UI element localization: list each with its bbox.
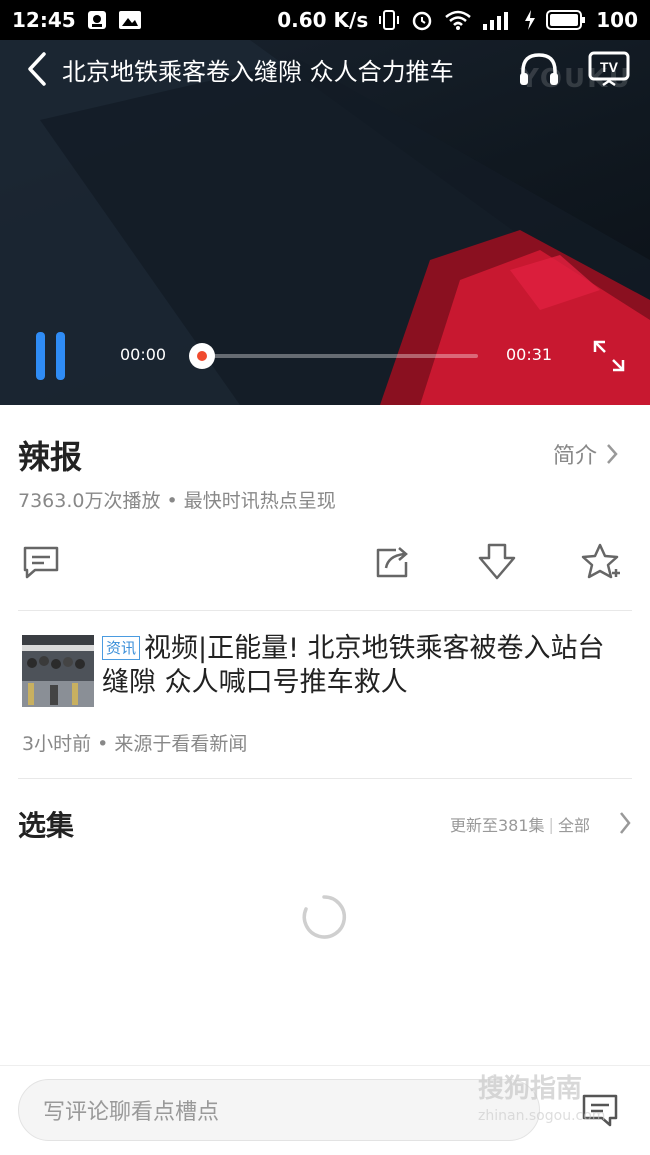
episodes-all-link[interactable]: 更新至381集 | 全部	[450, 812, 590, 836]
download-button[interactable]	[475, 540, 519, 584]
player-controls: 00:00 00:31	[0, 325, 650, 385]
news-title-block: 资讯 视频|正能量! 北京地铁乘客被卷入站台缝隙 众人喊口号推车救人	[102, 632, 622, 700]
share-button[interactable]	[370, 540, 414, 584]
pause-icon-bar-right	[55, 332, 65, 380]
signal-icon	[482, 9, 514, 31]
battery-level: 100	[596, 8, 638, 32]
comment-button[interactable]	[19, 540, 63, 584]
vibrate-icon	[378, 9, 400, 31]
chevron-right-icon	[620, 812, 631, 834]
pause-icon-bar-left	[35, 332, 45, 380]
current-time: 00:00	[120, 345, 167, 364]
favorite-button[interactable]	[579, 540, 623, 584]
divider	[18, 610, 632, 611]
seek-thumb[interactable]	[189, 343, 215, 369]
alarm-icon	[410, 8, 434, 32]
video-title: 北京地铁乘客卷入缝隙 众人合力推车	[62, 57, 454, 86]
share-icon	[376, 547, 408, 578]
intro-label: 简介	[553, 444, 598, 469]
fullscreen-button[interactable]	[588, 335, 630, 377]
show-meta: 7363.0万次播放 • 最快时讯热点呈现	[18, 490, 336, 512]
page-watermark: 搜狗指南	[478, 1074, 583, 1104]
charging-icon	[524, 9, 536, 31]
back-icon	[28, 52, 46, 86]
comment-icon	[23, 546, 59, 579]
status-bar: 12:45 0.60 K/s 100	[0, 0, 650, 40]
news-title: 视频|正能量! 北京地铁乘客被卷入站台缝隙 众人喊口号推车救人	[102, 633, 605, 698]
seek-bar[interactable]	[200, 354, 478, 358]
total-time: 00:31	[506, 345, 553, 364]
battery-icon	[546, 9, 586, 31]
video-player[interactable]: 12:45 0.60 K/s 100 北京地铁乘客卷入缝隙 众人合力推车 TV …	[0, 0, 650, 405]
show-title: 辣报	[18, 438, 83, 476]
status-time: 12:45	[12, 8, 76, 32]
favorite-add-icon	[581, 543, 620, 579]
pause-button[interactable]	[28, 331, 72, 381]
intro-link[interactable]: 简介	[553, 438, 619, 470]
network-speed: 0.60 K/s	[277, 8, 369, 32]
back-button[interactable]	[12, 44, 62, 94]
episodes-update-text: 更新至381集	[450, 816, 545, 835]
video-watermark: YOUKU	[520, 64, 632, 94]
loading-spinner-icon	[302, 895, 347, 939]
divider	[18, 778, 632, 779]
wifi-icon	[444, 9, 472, 31]
page-watermark-url: zhinan.sogou.com	[478, 1108, 606, 1124]
news-tag: 资讯	[102, 636, 141, 660]
news-item[interactable]: 资讯 视频|正能量! 北京地铁乘客被卷入站台缝隙 众人喊口号推车救人	[18, 632, 632, 712]
news-thumbnail	[22, 635, 94, 707]
action-row	[0, 540, 650, 590]
chevron-right-icon	[607, 444, 618, 464]
download-icon	[478, 543, 516, 580]
image-notification-icon	[118, 9, 142, 31]
comment-input[interactable]: 写评论聊看点槽点	[18, 1079, 540, 1141]
episodes-all-label: 全部	[557, 816, 590, 835]
notification-icon	[86, 9, 108, 31]
comment-placeholder: 写评论聊看点槽点	[43, 1100, 220, 1125]
episodes-chevron-button[interactable]	[613, 810, 637, 836]
episodes-title: 选集	[18, 809, 75, 842]
news-meta: 3小时前 • 来源于看看新闻	[22, 733, 248, 755]
fullscreen-icon	[593, 340, 625, 372]
